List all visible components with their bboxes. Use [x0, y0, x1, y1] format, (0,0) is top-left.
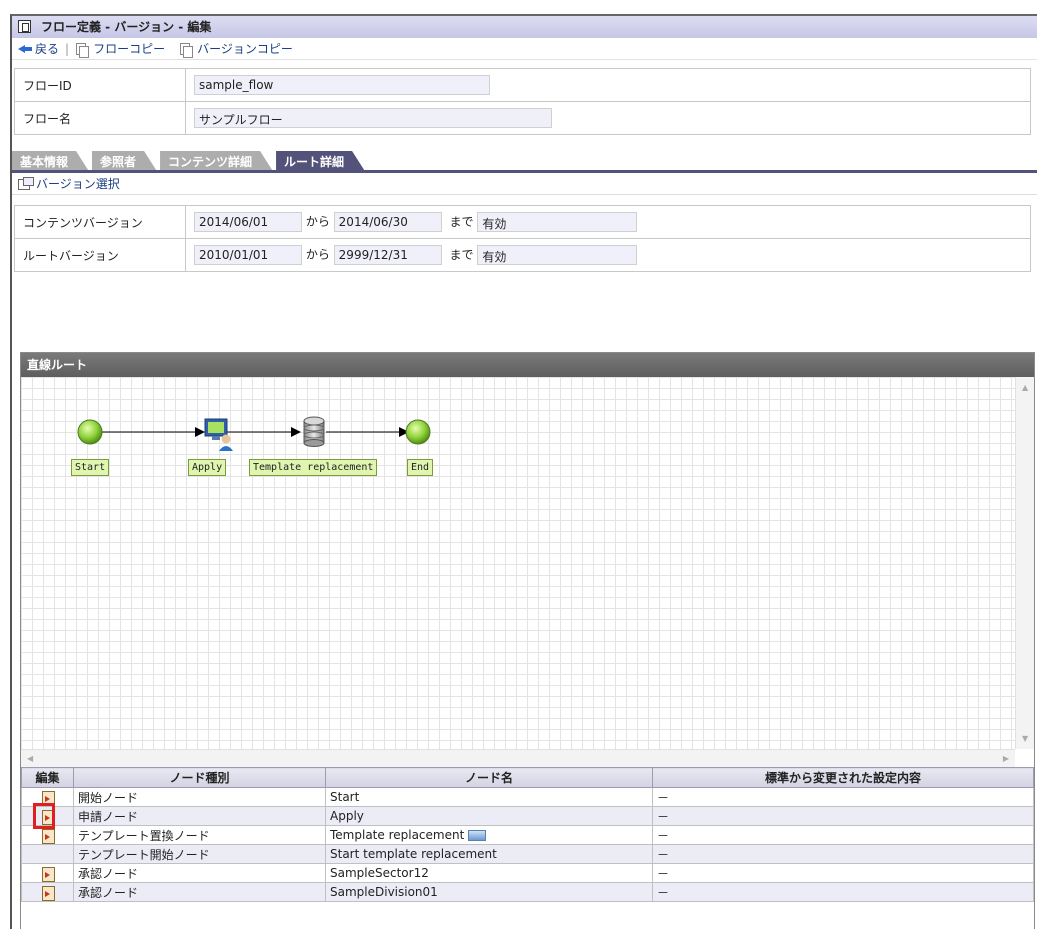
table-row: テンプレート開始ノード Start template replacement －: [21, 844, 1034, 864]
title-bar: フロー定義 - バージョン - 編集: [12, 16, 1037, 38]
node-type-cell: 承認ノード: [73, 882, 326, 902]
horizontal-scrollbar[interactable]: ◀ ▶: [21, 749, 1015, 767]
end-icon[interactable]: [405, 419, 431, 445]
toolbar-separator: |: [65, 41, 70, 56]
node-type-cell: 申請ノード: [73, 806, 326, 826]
flow-info-table: フローID sample_flow フロー名 サンプルフロー: [14, 68, 1031, 135]
route-made: まで: [449, 247, 474, 262]
node-name-cell: Apply: [325, 806, 653, 826]
col-header-node-type: ノード種別: [73, 767, 326, 788]
table-row: 承認ノード SampleSector12 －: [21, 863, 1034, 883]
content-made: まで: [449, 214, 474, 229]
node-type-cell: 開始ノード: [73, 787, 326, 807]
changes-cell: －: [652, 844, 1034, 864]
node-name-cell: SampleSector12: [325, 863, 653, 883]
route-canvas[interactable]: Start Apply Template replacement End: [21, 377, 1015, 749]
scroll-left-icon[interactable]: ◀: [27, 754, 33, 763]
route-header: 直線ルート: [21, 353, 1034, 377]
col-header-changes: 標準から変更された設定内容: [652, 767, 1034, 788]
copy-icon: [179, 42, 194, 58]
route-diagram: [77, 416, 431, 451]
version-table: コンテンツバージョン 2014/06/01 から 2014/06/30 まで 有…: [14, 205, 1031, 272]
node-table: 編集 ノード種別 ノード名 標準から変更された設定内容 開始ノード Start …: [21, 767, 1034, 902]
changes-cell: －: [652, 806, 1034, 826]
arrow-head-icon: [291, 427, 301, 437]
node-name-cell: Start: [325, 787, 653, 807]
route-version-from: 2010/01/01: [194, 245, 302, 265]
start-icon[interactable]: [77, 419, 103, 445]
node-label-start[interactable]: Start: [71, 459, 110, 476]
scroll-down-icon[interactable]: ▼: [1022, 734, 1028, 743]
changes-cell: －: [652, 863, 1034, 883]
node-name-cell: SampleDivision01: [325, 882, 653, 902]
tab-bar: 基本情報 参照者 コンテンツ詳細 ルート詳細: [12, 145, 1037, 173]
content-version-status: 有効: [477, 212, 638, 232]
version-copy-button[interactable]: バージョンコピー: [179, 40, 293, 58]
template-image-icon[interactable]: [468, 830, 487, 841]
node-name-text: Template replacement: [330, 828, 465, 842]
content-version-from: 2014/06/01: [194, 212, 302, 232]
copy-icon: [75, 42, 90, 58]
version-select-icon: [18, 177, 34, 190]
node-label-end[interactable]: End: [407, 459, 434, 476]
node-label-template[interactable]: Template replacement: [249, 459, 378, 476]
flow-name-label: フロー名: [14, 101, 186, 135]
user-computer-icon[interactable]: [204, 418, 233, 451]
edit-icon[interactable]: [41, 866, 55, 883]
vertical-scrollbar[interactable]: ▲ ▼: [1015, 377, 1034, 749]
version-select-button[interactable]: バージョン選択: [12, 173, 1037, 195]
table-row: 開始ノード Start －: [21, 787, 1034, 807]
route-version-status: 有効: [477, 245, 638, 265]
app-window: フロー定義 - バージョン - 編集 戻る | フローコピー バージョンコピー …: [10, 14, 1037, 929]
table-row: テンプレート置換ノード Template replacement －: [21, 825, 1034, 845]
changes-cell: －: [652, 787, 1034, 807]
page-title: フロー定義 - バージョン - 編集: [41, 20, 212, 34]
node-name-cell: Template replacement: [325, 825, 653, 845]
back-label: 戻る: [35, 42, 60, 56]
flow-copy-label: フローコピー: [93, 42, 166, 56]
table-row: 承認ノード SampleDivision01 －: [21, 882, 1034, 902]
edit-icon[interactable]: [41, 885, 55, 902]
changes-cell: －: [652, 882, 1034, 902]
back-arrow-icon: [18, 44, 32, 54]
version-copy-label: バージョンコピー: [197, 42, 293, 56]
tab-underline: [12, 170, 1037, 173]
node-name-cell: Start template replacement: [325, 844, 653, 864]
toolbar: 戻る | フローコピー バージョンコピー: [12, 38, 1037, 60]
back-button[interactable]: 戻る: [18, 40, 59, 57]
scroll-right-icon[interactable]: ▶: [1003, 754, 1009, 763]
content-kara: から: [305, 214, 330, 229]
content-version-to: 2014/06/30: [333, 212, 442, 232]
window-icon: [18, 20, 31, 33]
flow-name-field: サンプルフロー: [194, 108, 552, 128]
scroll-up-icon[interactable]: ▲: [1022, 383, 1028, 392]
route-panel: 直線ルート Start Apply Template replacement E…: [20, 352, 1035, 929]
flow-id-label: フローID: [14, 68, 186, 102]
table-row: 申請ノード Apply －: [21, 803, 1034, 829]
route-version-label: ルートバージョン: [14, 238, 186, 272]
database-icon[interactable]: [303, 416, 325, 447]
node-type-cell: 承認ノード: [73, 863, 326, 883]
route-kara: から: [305, 247, 330, 262]
route-version-to: 2999/12/31: [333, 245, 442, 265]
flow-copy-button[interactable]: フローコピー: [75, 40, 166, 58]
node-type-cell: テンプレート置換ノード: [73, 825, 326, 845]
node-type-cell: テンプレート開始ノード: [73, 844, 326, 864]
col-header-edit: 編集: [21, 767, 74, 788]
flow-id-field: sample_flow: [194, 75, 490, 95]
edit-icon[interactable]: [41, 828, 55, 845]
arrow-head-icon: [195, 427, 205, 437]
content-version-label: コンテンツバージョン: [14, 205, 186, 239]
col-header-node-name: ノード名: [325, 767, 653, 788]
changes-cell: －: [652, 825, 1034, 845]
node-label-apply[interactable]: Apply: [188, 459, 227, 476]
version-select-label: バージョン選択: [36, 177, 120, 191]
